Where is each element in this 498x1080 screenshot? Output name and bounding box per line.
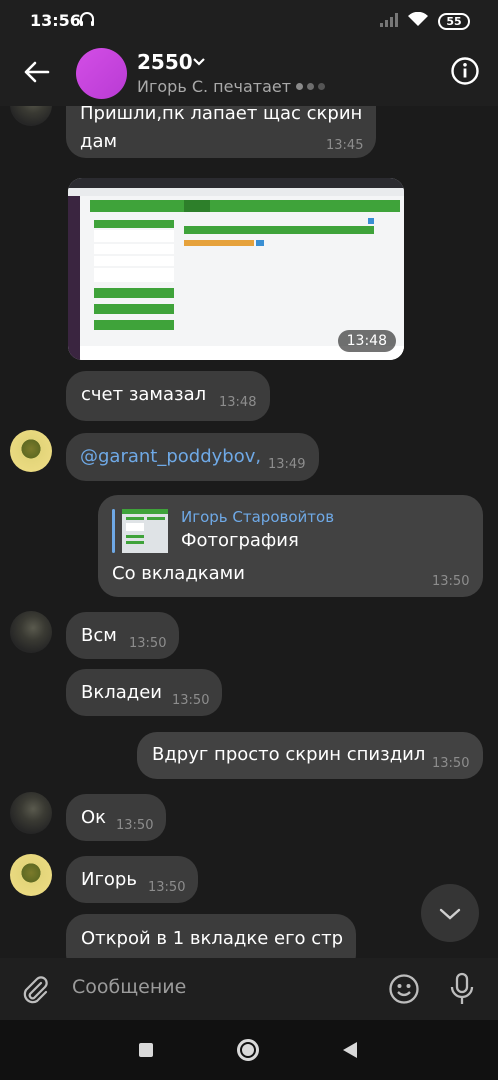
message-time: 13:50 xyxy=(116,818,154,833)
status-time: 13:56 xyxy=(30,11,81,30)
reply-thumbnail[interactable] xyxy=(122,509,168,553)
info-icon[interactable] xyxy=(450,56,480,86)
message-time: 13:50 xyxy=(432,574,470,589)
chat-avatar[interactable] xyxy=(76,48,127,99)
message-bubble[interactable]: Игорь Старовойтов Фотография Со вкладкам… xyxy=(98,495,483,597)
emoji-icon[interactable] xyxy=(388,973,420,1009)
message-bubble[interactable]: счет замазал 13:48 xyxy=(66,371,270,421)
sender-avatar[interactable] xyxy=(10,854,52,896)
system-nav-bar xyxy=(0,1020,498,1080)
chevron-down-icon[interactable] xyxy=(192,52,206,71)
typing-dots-icon xyxy=(296,83,325,90)
back-arrow-icon[interactable] xyxy=(22,58,52,88)
typing-status: Игорь С. печатает xyxy=(137,77,292,96)
message-bubble[interactable]: Вдруг просто скрин спиздил 13:50 xyxy=(137,732,483,779)
reply-type: Фотография xyxy=(181,530,299,551)
message-time: 13:45 xyxy=(326,138,364,153)
reply-author[interactable]: Игорь Старовойтов xyxy=(181,508,334,526)
message-time: 13:50 xyxy=(432,756,470,771)
wifi-icon xyxy=(408,11,428,31)
message-text: Вкладеи xyxy=(81,682,162,703)
message-bubble[interactable]: Вкладеи 13:50 xyxy=(66,669,222,716)
chat-title[interactable]: 2550 xyxy=(137,50,193,74)
sender-avatar[interactable] xyxy=(10,430,52,472)
reply-bar xyxy=(112,509,115,553)
message-bubble[interactable]: Пришли,пк лапает щас скрин дам 13:45 xyxy=(66,106,376,158)
message-time: 13:49 xyxy=(268,457,306,472)
sender-avatar[interactable] xyxy=(10,611,52,653)
mention-link[interactable]: @garant_poddybov, xyxy=(80,446,261,467)
message-input[interactable] xyxy=(72,976,372,998)
message-time: 13:50 xyxy=(129,636,167,651)
signal-icon xyxy=(380,12,398,31)
chevron-down-icon xyxy=(439,908,461,920)
message-bubble[interactable]: Всм 13:50 xyxy=(66,612,179,659)
message-text: Со вкладками xyxy=(112,563,245,584)
composer xyxy=(0,958,498,1020)
battery-indicator: 55 xyxy=(438,13,470,30)
message-time: 13:48 xyxy=(219,395,257,410)
home-icon[interactable] xyxy=(237,1039,259,1061)
message-bubble[interactable]: Игорь 13:50 xyxy=(66,856,198,903)
scroll-down-button[interactable] xyxy=(421,884,479,942)
message-list[interactable]: Пришли,пк лапает щас скрин дам 13:45 13:… xyxy=(0,106,498,958)
message-bubble[interactable]: Открой в 1 вкладке его стр xyxy=(66,914,356,958)
headphones-icon xyxy=(79,11,95,31)
message-text: Вдруг просто скрин спиздил xyxy=(152,744,426,765)
message-time: 13:50 xyxy=(148,880,186,895)
photo-message[interactable]: 13:48 xyxy=(68,178,404,360)
status-indicators: 55 xyxy=(380,11,470,31)
status-bar: 13:56 55 xyxy=(0,0,498,44)
message-time: 13:50 xyxy=(172,693,210,708)
message-text: Пришли,пк лапает щас скрин дам xyxy=(80,106,363,152)
recent-apps-icon[interactable] xyxy=(139,1043,153,1057)
message-text: Открой в 1 вкладке его стр xyxy=(81,928,344,949)
message-text: счет замазал xyxy=(81,384,207,405)
nav-back-icon[interactable] xyxy=(343,1042,357,1058)
message-text: Всм xyxy=(81,625,117,646)
attach-icon[interactable] xyxy=(20,974,50,1008)
message-bubble[interactable]: Ок 13:50 xyxy=(66,794,166,841)
message-text: Игорь xyxy=(81,869,137,890)
photo-time: 13:48 xyxy=(337,330,396,352)
message-bubble[interactable]: @garant_poddybov, 13:49 xyxy=(66,433,319,481)
message-text: Ок xyxy=(81,807,107,828)
microphone-icon[interactable] xyxy=(448,972,476,1010)
sender-avatar[interactable] xyxy=(10,106,52,126)
sender-avatar[interactable] xyxy=(10,792,52,834)
chat-header: 2550 Игорь С. печатает xyxy=(0,44,498,106)
